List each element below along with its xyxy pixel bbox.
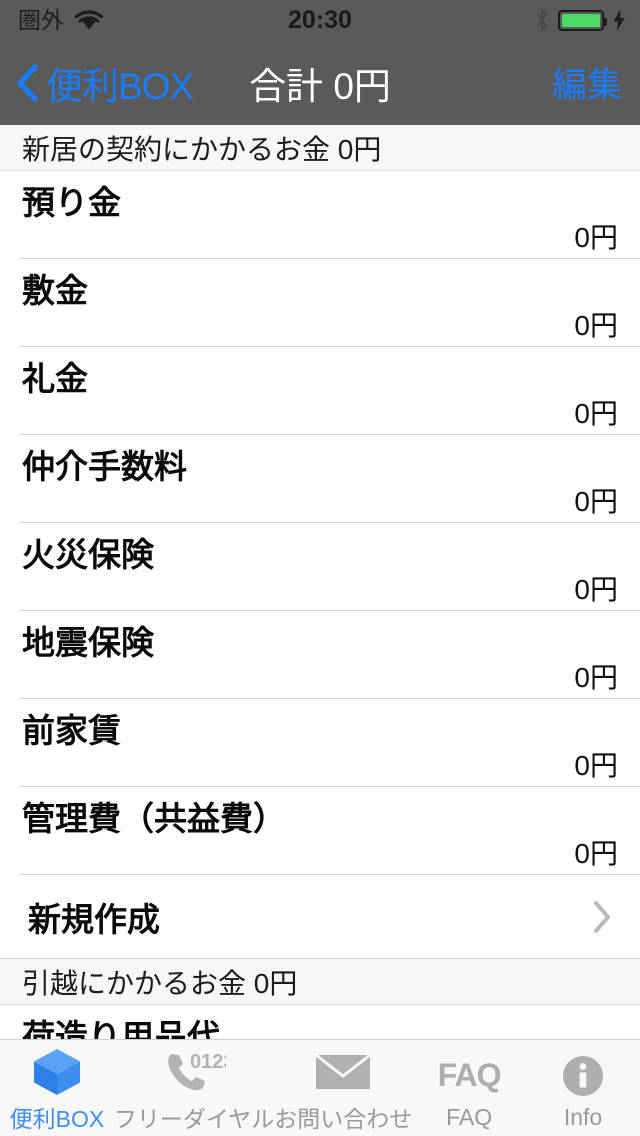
list-item-title: 火災保険 (22, 536, 154, 573)
tab-label: FAQ (446, 1103, 493, 1130)
section-header: 新居の契約にかかるお金 0円 (0, 125, 640, 171)
create-new-label: 新規作成 (28, 901, 160, 938)
list-item[interactable]: 預り金 0円 (0, 171, 640, 259)
section-header: 引越にかかるお金 0円 (0, 959, 640, 1005)
tab-label: お問い合わせ (274, 1106, 413, 1132)
create-new-button[interactable]: 新規作成 (0, 875, 640, 959)
list-item-value: 0円 (574, 310, 618, 341)
phone-0123-icon: 0123 (162, 1048, 226, 1096)
list-item-value: 0円 (574, 750, 618, 781)
svg-text:0123: 0123 (190, 1051, 226, 1073)
list-scroll-area[interactable]: 新居の契約にかかるお金 0円 預り金 0円 敷金 0円 礼金 0円 仲介手数料 0円 火災保険 0円… (0, 125, 640, 1039)
tab-お問い合わせ[interactable]: お問い合わせ (274, 1040, 412, 1136)
status-bar: 圏外 20:30 (0, 0, 640, 40)
page-title: 合計 0円 (249, 65, 391, 107)
chevron-right-icon (592, 900, 612, 934)
list-item[interactable]: 荷造り用品代0円 (0, 1005, 640, 1039)
list-item-title: 礼金 (22, 360, 88, 397)
bluetooth-icon (534, 7, 550, 33)
app-screen: 圏外 20:30 便利BOX 合計 0円 編集 新居の契約にかかるお金 0円 預… (0, 0, 640, 1136)
tab-FAQ[interactable]: FAQ FAQ (412, 1040, 526, 1136)
envelope-icon (315, 1048, 372, 1096)
tab-label: Info (563, 1103, 603, 1130)
list-item[interactable]: 仲介手数料 0円 (0, 435, 640, 523)
faq-text-icon: FAQ (437, 1057, 502, 1093)
list-item-value: 0円 (574, 574, 618, 605)
tab-bar: 便利BOX 0123 フリーダイヤルお問い合わせ FAQ FAQ Info (0, 1039, 640, 1136)
tab-便利BOX[interactable]: 便利BOX (0, 1040, 114, 1136)
list-item-title: 敷金 (22, 272, 88, 309)
tab-label: 便利BOX (9, 1106, 105, 1132)
list-item[interactable]: 管理費（共益費） 0円 (0, 787, 640, 875)
list-item-title: 地震保険 (22, 624, 154, 661)
list-item-value: 0円 (574, 662, 618, 693)
navigation-bar: 便利BOX 合計 0円 編集 (0, 40, 640, 125)
list-item-title: 仲介手数料 (22, 448, 187, 485)
status-bar-right (534, 0, 626, 40)
list-item-value: 0円 (574, 486, 618, 517)
list-item[interactable]: 敷金 0円 (0, 259, 640, 347)
tab-label: フリーダイヤル (113, 1106, 275, 1132)
battery-icon (558, 9, 607, 31)
list-item-title: 管理費（共益費） (22, 800, 286, 837)
lightning-bolt-icon (612, 8, 626, 32)
list-item[interactable]: 礼金 0円 (0, 347, 640, 435)
list-item[interactable]: 地震保険 0円 (0, 611, 640, 699)
tab-Info[interactable]: Info (526, 1040, 640, 1136)
list-item-title: 預り金 (22, 184, 121, 221)
info-circle-icon (561, 1052, 605, 1100)
list-item[interactable]: 前家賃 0円 (0, 699, 640, 787)
box-3d-icon (31, 1048, 83, 1096)
tab-フリーダイヤル[interactable]: 0123 フリーダイヤル (114, 1040, 274, 1136)
list-item-value: 0円 (574, 222, 618, 253)
list-item-title: 前家賃 (22, 712, 121, 749)
list-item-title: 荷造り用品代 (22, 1018, 220, 1039)
edit-button[interactable]: 編集 (552, 40, 622, 125)
list-item-value: 0円 (574, 838, 618, 869)
list-item[interactable]: 火災保険 0円 (0, 523, 640, 611)
list-item-value: 0円 (574, 398, 618, 429)
